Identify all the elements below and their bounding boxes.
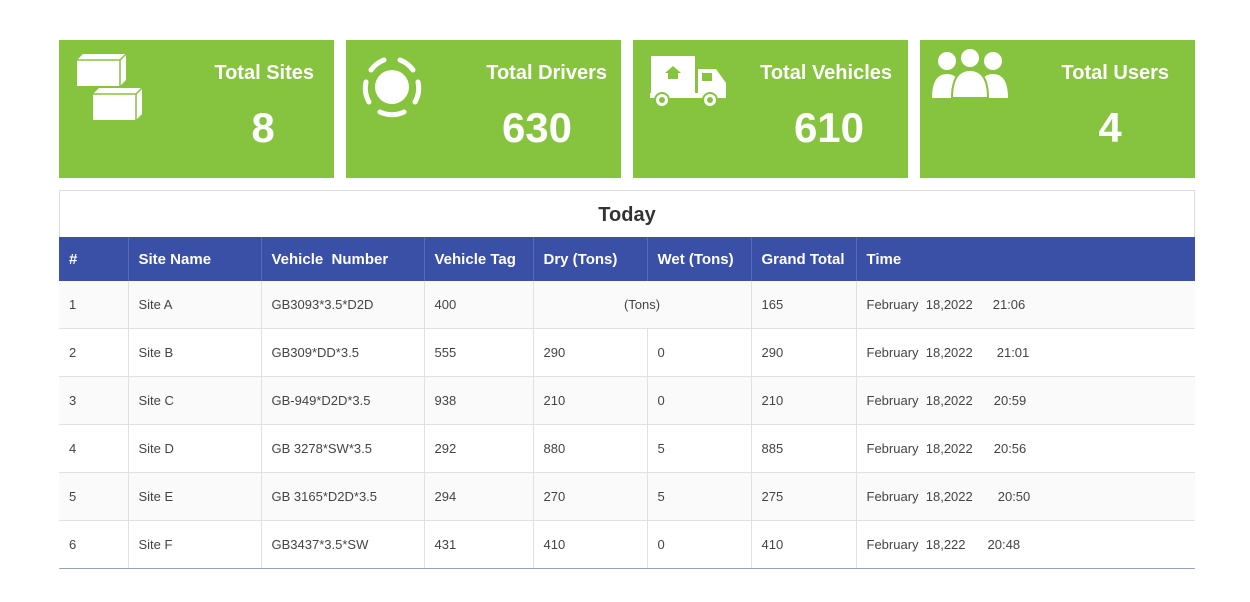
stats-cards: Total Sites 8 Total Drivers 630 Total Ve…: [59, 40, 1195, 178]
table-header-row: # Site Name Vehicle Number Vehicle Tag D…: [59, 237, 1195, 281]
card-total-sites[interactable]: Total Sites 8: [59, 40, 334, 178]
time-text: 20:50: [997, 489, 1031, 504]
cell-time: February 18,2022 20:50: [856, 472, 1195, 521]
cell-num: 6: [59, 520, 129, 568]
cell-site: Site A: [128, 281, 262, 329]
cell-total: 165: [751, 281, 857, 329]
cell-site: Site C: [128, 376, 262, 425]
cell-vehicle: GB-949*D2D*3.5: [261, 376, 425, 425]
date-text: February 18,2022: [866, 441, 973, 456]
table-row[interactable]: 3 Site C GB-949*D2D*3.5 938 210 0 210 Fe…: [59, 376, 1195, 425]
cell-num: 5: [59, 472, 129, 521]
cell-total: 210: [751, 376, 857, 425]
column-header[interactable]: Vehicle Number: [261, 237, 425, 281]
date-text: February 18,2022: [866, 393, 973, 408]
time-text: 20:56: [993, 441, 1027, 456]
cell-wet: 0: [647, 328, 752, 377]
cell-wet: 0: [647, 376, 752, 425]
cell-num: 2: [59, 328, 129, 377]
cell-time: February 18,2022 21:01: [856, 328, 1195, 377]
cell-total: 275: [751, 472, 857, 521]
card-value: 610: [793, 104, 865, 151]
cell-site: Site E: [128, 472, 262, 521]
cell-site: Site B: [128, 328, 262, 377]
cell-time: February 18,2022 21:06: [856, 281, 1195, 329]
column-header[interactable]: Grand Total: [751, 237, 857, 281]
card-title: Total Users: [1061, 62, 1169, 84]
time-text: 20:59: [993, 393, 1027, 408]
column-header[interactable]: #: [59, 237, 129, 281]
cell-time: February 18,2022 20:59: [856, 376, 1195, 425]
today-table: # Site Name Vehicle Number Vehicle Tag D…: [59, 237, 1195, 568]
cell-merged-tons: (Tons): [533, 281, 752, 329]
cell-wet: 5: [647, 472, 752, 521]
date-text: February 18,2022: [866, 297, 973, 312]
cell-dry: 290: [533, 328, 648, 377]
cell-dry: 270: [533, 472, 648, 521]
card-value: 630: [501, 104, 573, 151]
cell-time: February 18,2022 20:56: [856, 424, 1195, 473]
date-text: February 18,2022: [866, 489, 973, 504]
stacked-boxes-icon: [77, 54, 143, 120]
column-header[interactable]: Vehicle Tag: [424, 237, 534, 281]
column-header[interactable]: Wet (Tons): [647, 237, 752, 281]
cell-tag: 400: [424, 281, 534, 329]
cell-tag: 555: [424, 328, 534, 377]
card-total-drivers[interactable]: Total Drivers 630: [346, 40, 621, 178]
user-group-icon: [932, 48, 1008, 99]
table-row[interactable]: 6 Site F GB3437*3.5*SW 431 410 0 410 Feb…: [59, 520, 1195, 568]
cell-total: 410: [751, 520, 857, 568]
cell-dry: 880: [533, 424, 648, 473]
time-text: 21:06: [992, 297, 1026, 312]
column-header[interactable]: Dry (Tons): [533, 237, 648, 281]
cell-num: 4: [59, 424, 129, 473]
card-total-vehicles[interactable]: Total Vehicles 610: [633, 40, 908, 178]
card-value: 4: [1098, 104, 1122, 151]
card-title: Total Drivers: [486, 62, 607, 84]
card-total-users[interactable]: Total Users 4: [920, 40, 1195, 178]
card-title: Total Vehicles: [760, 62, 892, 84]
cell-dry: 210: [533, 376, 648, 425]
cell-vehicle: GB3093*3.5*D2D: [261, 281, 425, 329]
table-row[interactable]: 1 Site A GB3093*3.5*D2D 400 (Tons) 165 F…: [59, 281, 1195, 329]
cell-vehicle: GB3437*3.5*SW: [261, 520, 425, 568]
panel-title: Today: [598, 204, 656, 226]
column-header[interactable]: Time: [856, 237, 1195, 281]
cell-tag: 294: [424, 472, 534, 521]
column-header[interactable]: Site Name: [128, 237, 262, 281]
cell-dry: 410: [533, 520, 648, 568]
cell-num: 3: [59, 376, 129, 425]
cell-num: 1: [59, 281, 129, 329]
card-title: Total Sites: [214, 62, 314, 84]
time-text: 21:01: [996, 345, 1030, 360]
cell-site: Site D: [128, 424, 262, 473]
date-text: February 18,222: [866, 537, 966, 552]
cell-total: 885: [751, 424, 857, 473]
card-value: 8: [251, 104, 275, 151]
cell-wet: 5: [647, 424, 752, 473]
cell-tag: 431: [424, 520, 534, 568]
cell-vehicle: GB 3278*SW*3.5: [261, 424, 425, 473]
cell-total: 290: [751, 328, 857, 377]
table-row[interactable]: 2 Site B GB309*DD*3.5 555 290 0 290 Febr…: [59, 328, 1195, 377]
cell-wet: 0: [647, 520, 752, 568]
date-text: February 18,2022: [866, 345, 973, 360]
loading-circle-icon: [362, 57, 422, 118]
cell-time: February 18,222 20:48: [856, 520, 1195, 568]
table-row[interactable]: 4 Site D GB 3278*SW*3.5 292 880 5 885 Fe…: [59, 424, 1195, 473]
today-panel: Today # Site Name Vehicle Number Vehicle…: [59, 190, 1195, 569]
delivery-truck-icon: [650, 56, 726, 108]
cell-vehicle: GB 3165*D2D*3.5: [261, 472, 425, 521]
cell-vehicle: GB309*DD*3.5: [261, 328, 425, 377]
time-text: 20:48: [987, 537, 1021, 552]
table-row[interactable]: 5 Site E GB 3165*D2D*3.5 294 270 5 275 F…: [59, 472, 1195, 521]
cell-site: Site F: [128, 520, 262, 568]
cell-tag: 938: [424, 376, 534, 425]
cell-tag: 292: [424, 424, 534, 473]
